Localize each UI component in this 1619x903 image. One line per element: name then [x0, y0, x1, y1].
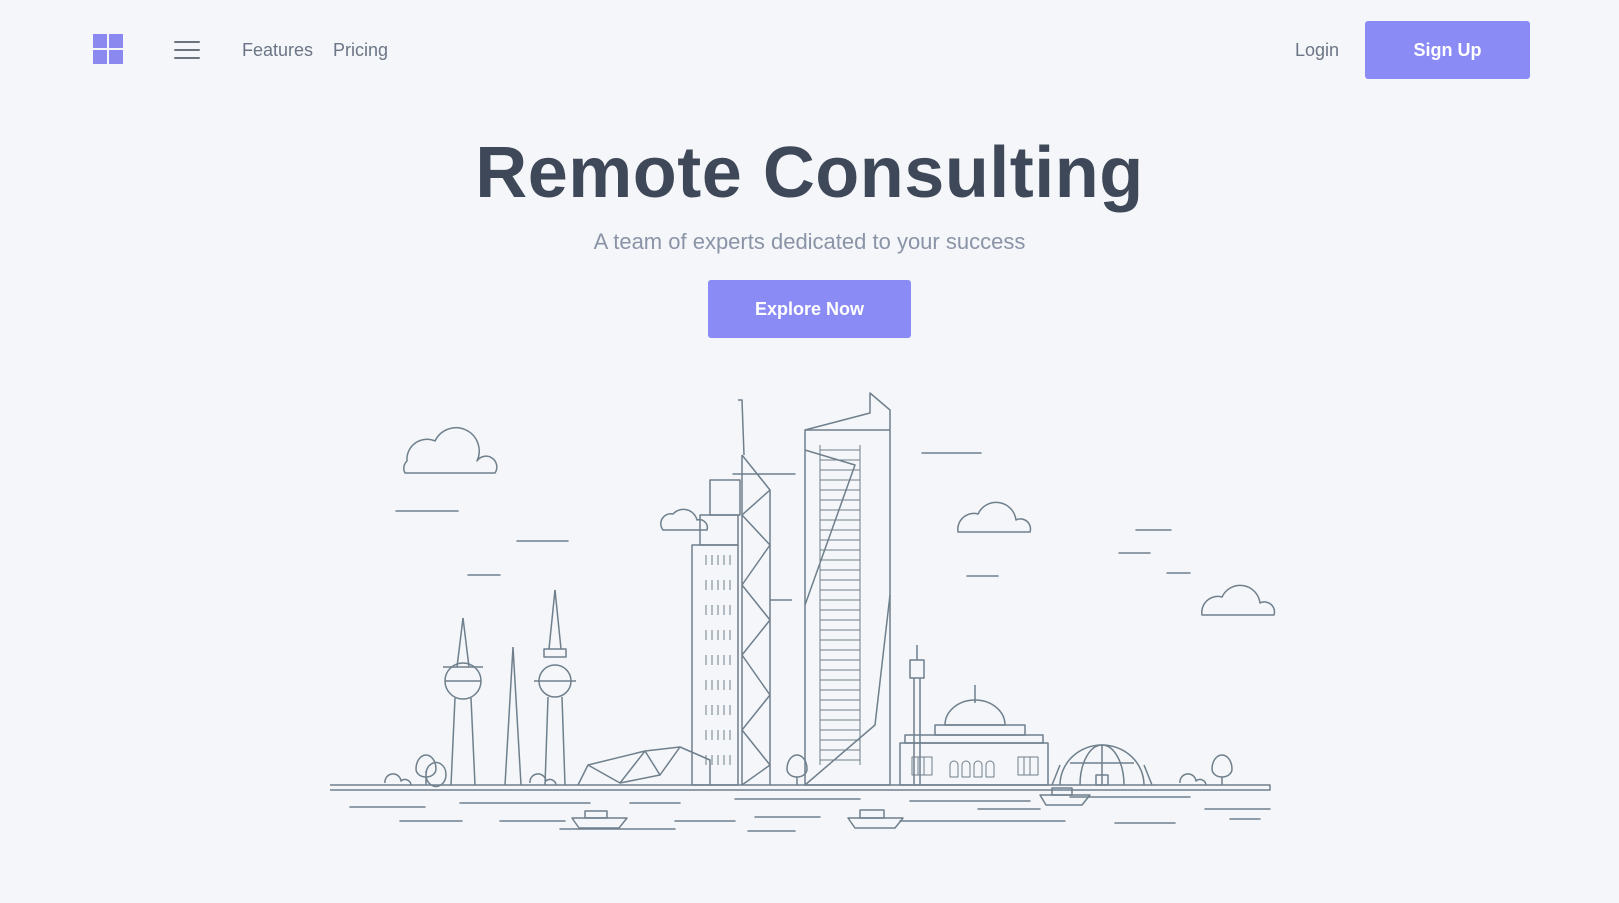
tree-icon	[415, 754, 447, 788]
cloud-icon	[1201, 584, 1276, 616]
top-navigation: Features Pricing Login Sign Up	[0, 0, 1619, 100]
skyscraper-icon	[804, 392, 891, 786]
nav-link-pricing[interactable]: Pricing	[333, 40, 388, 61]
nav-link-features[interactable]: Features	[242, 40, 313, 61]
dome-icon	[1051, 744, 1153, 786]
hamburger-menu-icon[interactable]	[174, 40, 200, 60]
city-skyline-illustration	[330, 385, 1290, 845]
tower-icon	[443, 617, 483, 786]
tower-icon	[504, 646, 522, 786]
boat-icon	[847, 809, 904, 829]
logo-icon[interactable]	[93, 34, 123, 64]
explore-now-button[interactable]: Explore Now	[708, 280, 911, 338]
login-link[interactable]: Login	[1295, 40, 1339, 61]
tree-icon	[786, 754, 808, 785]
tree-icon	[1211, 754, 1233, 785]
boat-icon	[571, 810, 628, 829]
hero-subtitle: A team of experts dedicated to your succ…	[593, 229, 1026, 254]
building-icon	[691, 399, 792, 786]
tower-icon	[534, 589, 576, 786]
sign-up-button[interactable]: Sign Up	[1365, 21, 1530, 79]
hero-title: Remote Consulting	[475, 133, 1144, 213]
cloud-icon	[403, 427, 498, 474]
cloud-icon	[957, 501, 1032, 533]
mosque-icon	[899, 645, 1049, 786]
